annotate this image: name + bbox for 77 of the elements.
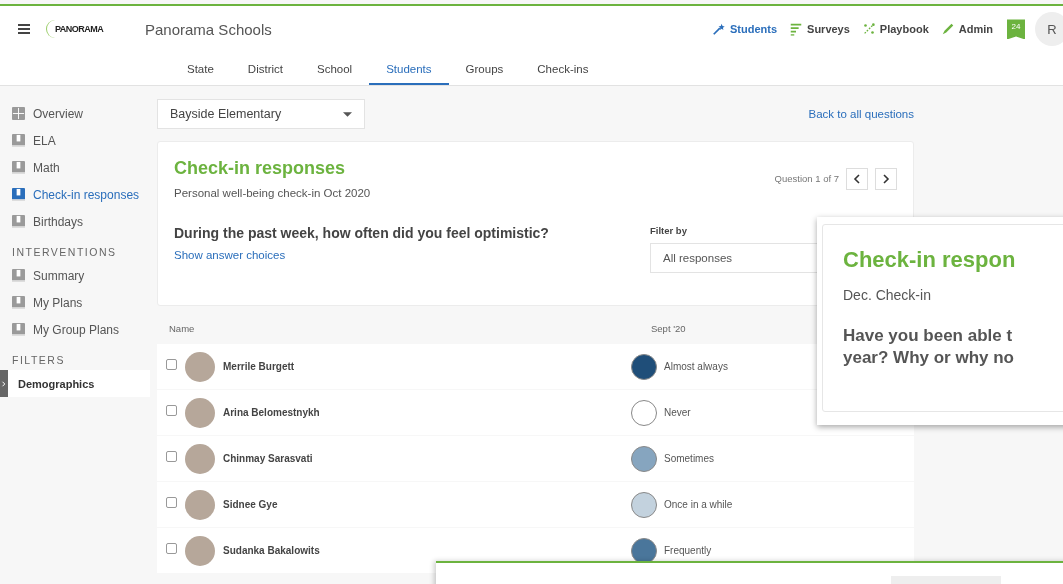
student-name: Chinmay Sarasvati [223, 453, 314, 464]
nav-link[interactable]: Playbook [861, 22, 929, 37]
response-label: Almost always [664, 361, 728, 372]
book-icon [12, 269, 25, 282]
chevron-left-icon [853, 173, 861, 184]
sidebar-item[interactable]: ELA [0, 127, 157, 154]
tab[interactable]: Students [369, 52, 449, 85]
tab[interactable]: Groups [448, 52, 521, 85]
caret-icon [343, 111, 352, 117]
column-header: Name [169, 323, 196, 334]
question-text: Have you been able t year? Why or why no [843, 325, 1015, 369]
tab[interactable]: State [170, 52, 231, 85]
sidebar-item[interactable]: Overview [0, 100, 157, 127]
student-row[interactable]: Sidnee Gye Once in a while [157, 482, 914, 527]
sidebar-item[interactable]: Math [0, 154, 157, 181]
tab[interactable]: District [230, 52, 300, 85]
sidebar-item[interactable]: Summary [0, 262, 157, 289]
sidebar-item[interactable]: Demographics [0, 370, 150, 397]
card-title: Check-in responses [174, 158, 347, 179]
student-row[interactable]: Arina Belomestnykh Never [157, 390, 914, 435]
book-icon [12, 188, 25, 201]
avatar-placeholder [185, 443, 215, 474]
checkbox[interactable] [166, 404, 177, 416]
sidebar-item[interactable]: Birthdays [0, 208, 157, 235]
section-heading: INTERVENTIONS [11, 245, 118, 260]
logo[interactable]: PANORAMA [46, 20, 123, 39]
list-icon [789, 22, 804, 37]
avatar-placeholder [185, 397, 215, 428]
student-name: Sidnee Gye [223, 499, 279, 510]
book-icon [12, 296, 25, 309]
checkbox[interactable] [166, 358, 177, 370]
student-name: Merrile Burgett [223, 361, 296, 372]
grid-icon [12, 107, 25, 120]
back-link[interactable]: Back to all questions [808, 108, 914, 120]
card-subtitle: Dec. Check-in [843, 287, 932, 303]
previous-button[interactable] [846, 167, 868, 190]
book-icon [12, 215, 25, 228]
student-name: Sudanka Bakalowits [223, 545, 321, 556]
chevron-right-icon [882, 173, 890, 184]
checkbox[interactable] [166, 450, 177, 462]
user-avatar[interactable]: R [1035, 12, 1063, 47]
section-heading: FILTERS [11, 353, 66, 368]
card-subtitle: Personal well-being check-in Oct 2020 [174, 187, 371, 199]
response-label: Once in a while [664, 499, 733, 510]
tab[interactable]: School [300, 52, 370, 85]
star-wand-icon [712, 22, 726, 37]
column-header: Sept '20 [651, 323, 686, 334]
sidebar-item[interactable]: Check-in responses [0, 181, 157, 208]
question-text: During the past week, how often did you feel optimistic? [174, 225, 549, 241]
avatar-placeholder [185, 489, 215, 520]
book-icon [12, 161, 25, 174]
response-label: Never [664, 407, 691, 418]
app-title: Panorama Schools [145, 20, 272, 38]
response-label: Frequently [664, 545, 712, 556]
nav-link[interactable]: Students [712, 22, 778, 37]
filter-label: Filter by [650, 225, 688, 236]
avatar-placeholder [185, 351, 215, 382]
student-row[interactable]: Chinmay Sarasvati Sometimes [157, 436, 914, 481]
sidebar-item[interactable]: My Group Plans [0, 316, 157, 343]
question-counter: Question 1 of 7 [774, 173, 839, 184]
school-dropdown[interactable]: Bayside Elementary [157, 99, 365, 129]
avatar-placeholder [185, 535, 215, 566]
student-name: Arina Belomestnykh [223, 407, 321, 418]
pencil-icon [940, 22, 955, 37]
next-button[interactable] [875, 167, 897, 190]
nav-link[interactable]: Admin [940, 22, 993, 37]
response-label: Sometimes [664, 453, 714, 464]
nav-link[interactable]: Surveys [789, 22, 850, 37]
checkbox[interactable] [166, 496, 177, 508]
sidebar-item[interactable]: My Plans [0, 289, 157, 316]
checkbox[interactable] [166, 542, 177, 554]
book-icon [12, 134, 25, 147]
tab[interactable]: Check-ins [520, 52, 606, 85]
menu-icon[interactable] [18, 24, 30, 35]
book-icon [12, 323, 25, 336]
show-choices-link[interactable]: Show answer choices [174, 249, 549, 261]
sparkle-icon [861, 22, 876, 37]
